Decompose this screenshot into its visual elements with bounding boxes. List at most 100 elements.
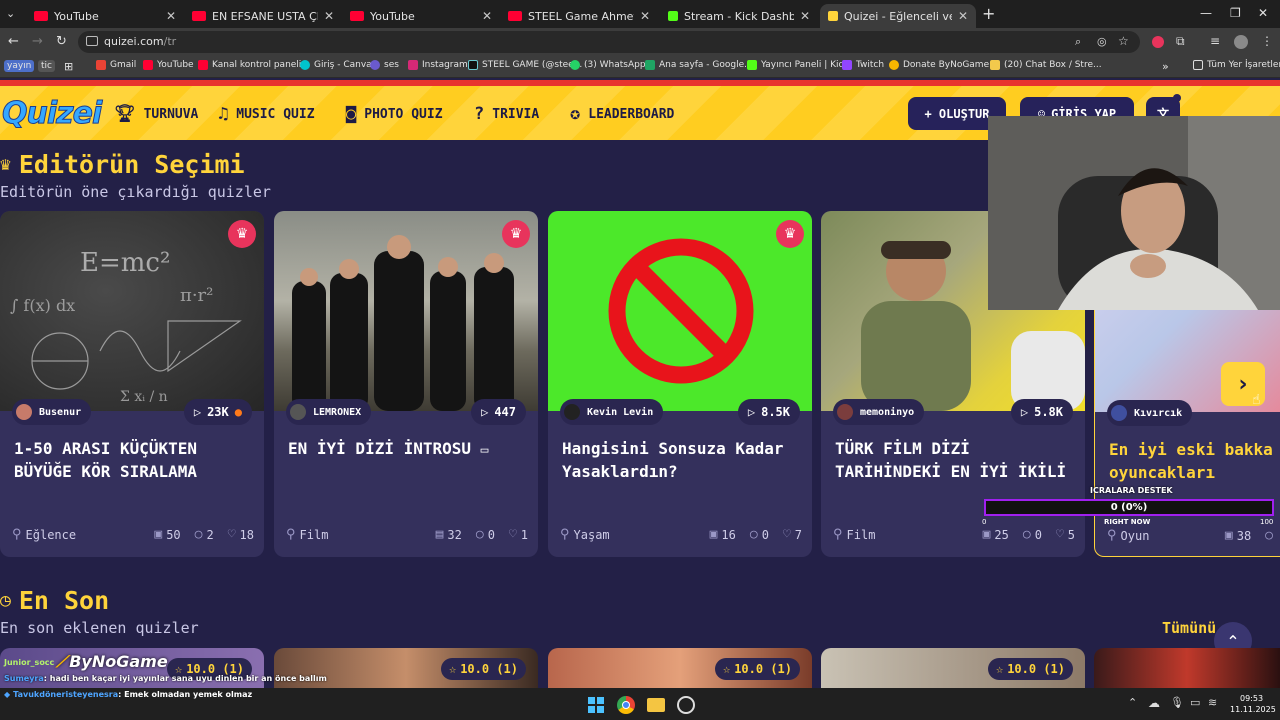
tray-chevron-icon[interactable]: ⌃ [1128,696,1137,709]
browser-tab-active[interactable]: Quizei - Eğlenceli ve etkileşimli ✕ [820,4,976,28]
donation-bar: 0 (0%) [984,499,1274,516]
donation-min: 0 [982,518,987,526]
tab-search-icon[interactable]: ⌄ [6,7,20,21]
quiz-title[interactable]: Hangisini Sonsuza Kadar Yasaklardın? [562,437,802,483]
all-bookmarks[interactable]: Tüm Yer İşaretleri [1193,60,1280,70]
browser-tab[interactable]: YouTube ✕ [342,4,500,28]
bookmark-bynogame[interactable]: Donate ByNoGame... [889,60,998,70]
prohibited-sign-icon [608,238,754,384]
display-icon[interactable]: ▭ [1190,696,1200,709]
author-chip[interactable]: Busenur [12,399,92,425]
chrome-taskbar-icon[interactable] [617,696,635,714]
quiz-title[interactable]: EN İYİ DİZİ İNTROSU ▭ [288,437,528,462]
minimize-icon[interactable]: — [1200,6,1212,20]
url-text[interactable]: quizei.com/tr [104,35,176,48]
nav-trivia[interactable]: ? TRIVIA [474,104,539,124]
forward-icon[interactable]: → [32,34,43,49]
nav-music-quiz[interactable]: ♫ MUSIC QUIZ [218,104,315,124]
bookmark-tiktok[interactable]: STEEL GAME (@stee... [468,60,582,70]
bookmark-twitch[interactable]: Twitch [842,60,884,70]
apps-grid-icon[interactable]: ⊞ [64,60,73,73]
bookmarks-bar: yayın tic ⊞ Gmail YouTube Kanal kontrol … [0,56,1280,78]
webcam-overlay [988,116,1280,310]
bookmark-canva[interactable]: Giriş - Canva [300,60,372,70]
clock-date[interactable]: 11.11.2025 [1230,705,1276,714]
eye-off-icon[interactable]: ◎ [1097,35,1107,48]
bookmark-gmail[interactable]: Gmail [96,60,136,70]
profile-avatar[interactable] [1234,35,1248,49]
close-icon[interactable]: ✕ [324,9,334,23]
trophy-icon: 🏆︎ [114,104,136,124]
bookmark-folder[interactable]: tic [38,60,55,72]
start-button-icon[interactable] [588,697,604,713]
youtube-icon [34,11,48,21]
media-icon[interactable]: ≡ [1210,34,1220,48]
new-tab-plus-icon[interactable]: + [982,4,995,23]
clock-time[interactable]: 09:53 [1240,694,1263,703]
extension-badge-icon[interactable] [1152,36,1164,48]
file-explorer-icon[interactable] [647,698,665,712]
quiz-title[interactable]: 1-50 ARASI KÜÇÜKTEN BÜYÜĞE KÖR SIRALAMA [14,437,254,483]
browser-tab[interactable]: STEEL Game Ahmet Çelik - YouTu ✕ [500,4,658,28]
author-chip[interactable]: Kevin Levin [560,399,664,425]
zoom-icon[interactable]: ⌕ [1075,35,1081,49]
quiz-title[interactable]: TÜRK FİLM DİZİ TARİHİNDEKİ EN İYİ İKİLİ [835,437,1075,483]
bookmark-whatsapp[interactable]: (3) WhatsApp [570,60,646,70]
quiz-card[interactable]: ♛ LEMRONEX ▷ 447 EN İYİ DİZİ İNTROSU ▭ ⚲ F… [274,211,538,557]
back-icon[interactable]: ← [8,34,19,49]
microphone-icon[interactable]: 🎙︎ [1170,696,1184,709]
close-icon[interactable]: ✕ [482,9,492,23]
chat-overlay: Junior_socc ⟋ ByNoGame Sumeyra: hadi ben … [0,652,420,688]
browser-tab[interactable]: EN EFSANE USTA ÇIRAK - YouTub ✕ [184,4,342,28]
bookmark-folder[interactable]: yayın [4,60,35,72]
category-icon: ⚲ [1107,528,1117,543]
quiz-title[interactable]: En iyi eski bakka oyuncakları [1109,438,1280,484]
bookmark-kick[interactable]: Yayıncı Paneli | Kick [747,60,849,70]
site-logo[interactable]: Quizei [1,96,102,132]
heart-icon: ♡ [1055,527,1064,542]
bookmark-chatbox[interactable]: (20) Chat Box / Stre... [990,60,1102,70]
donation-value: 0 (0%) [1110,502,1148,513]
close-icon[interactable]: ✕ [640,9,650,23]
nav-photo-quiz[interactable]: ◙ PHOTO QUIZ [346,104,443,124]
close-icon[interactable]: ✕ [166,9,176,23]
close-icon[interactable]: ✕ [800,9,810,23]
site-info-icon[interactable] [86,36,98,46]
restore-icon[interactable]: ❐ [1230,6,1241,20]
videos-icon: ▤ [435,527,444,542]
wifi-icon[interactable]: ≋ [1208,696,1217,709]
bookmark-channel-panel[interactable]: Kanal kontrol paneli... [198,60,310,70]
browser-tab[interactable]: Stream - Kick Dashboard ✕ [660,4,818,28]
reload-icon[interactable]: ↻ [56,34,67,49]
images-icon: ▣ [154,527,163,542]
quiz-card[interactable]: E=mc² ∫ f(x) dx π·r² Σ xᵢ / n ♛ Busenur … [0,211,264,557]
star-icon[interactable]: ☆ [1118,34,1129,48]
quiz-card[interactable]: ♛ Kevin Levin ▷ 8.5K Hangisini Sonsuza Ka… [548,211,812,557]
bookmark-google-drive[interactable]: Ana sayfa - Google... [645,60,753,70]
cloud-icon[interactable]: ☁ [1148,696,1160,710]
bookmark-youtube[interactable]: YouTube [143,60,194,70]
address-bar[interactable] [78,31,1140,53]
latest-quiz-card[interactable]: ☆ 10.0 (1) [548,648,812,688]
play-count: ▷ 8.5K [737,399,800,425]
latest-quiz-card[interactable] [1094,648,1280,688]
bookmarks-overflow-icon[interactable]: » [1162,60,1169,73]
nav-tournament[interactable]: 🏆︎ TURNUVA [114,104,198,124]
latest-quiz-card[interactable]: ☆ 10.0 (1) [821,648,1085,688]
webcam-person [988,116,1280,310]
avatar [290,404,306,420]
play-icon: ▷ [193,405,202,419]
author-chip[interactable]: Kıvırcık [1107,400,1193,426]
close-icon[interactable]: ✕ [958,9,968,23]
nav-leaderboard[interactable]: ✪ LEADERBOARD [570,104,674,124]
browser-menu-icon[interactable]: ⋮ [1261,34,1273,48]
extensions-icon[interactable]: ⧉ [1176,34,1185,49]
bookmark-ses[interactable]: ses [370,60,399,70]
browser-tab[interactable]: YouTube ✕ [26,4,184,28]
author-chip[interactable]: LEMRONEX [286,399,372,425]
obs-taskbar-icon[interactable] [677,696,695,714]
window-close-icon[interactable]: ✕ [1258,6,1268,20]
author-chip[interactable]: memoninyo [833,399,925,425]
gmail-icon [96,60,106,70]
bookmark-instagram[interactable]: Instagram [408,60,468,70]
